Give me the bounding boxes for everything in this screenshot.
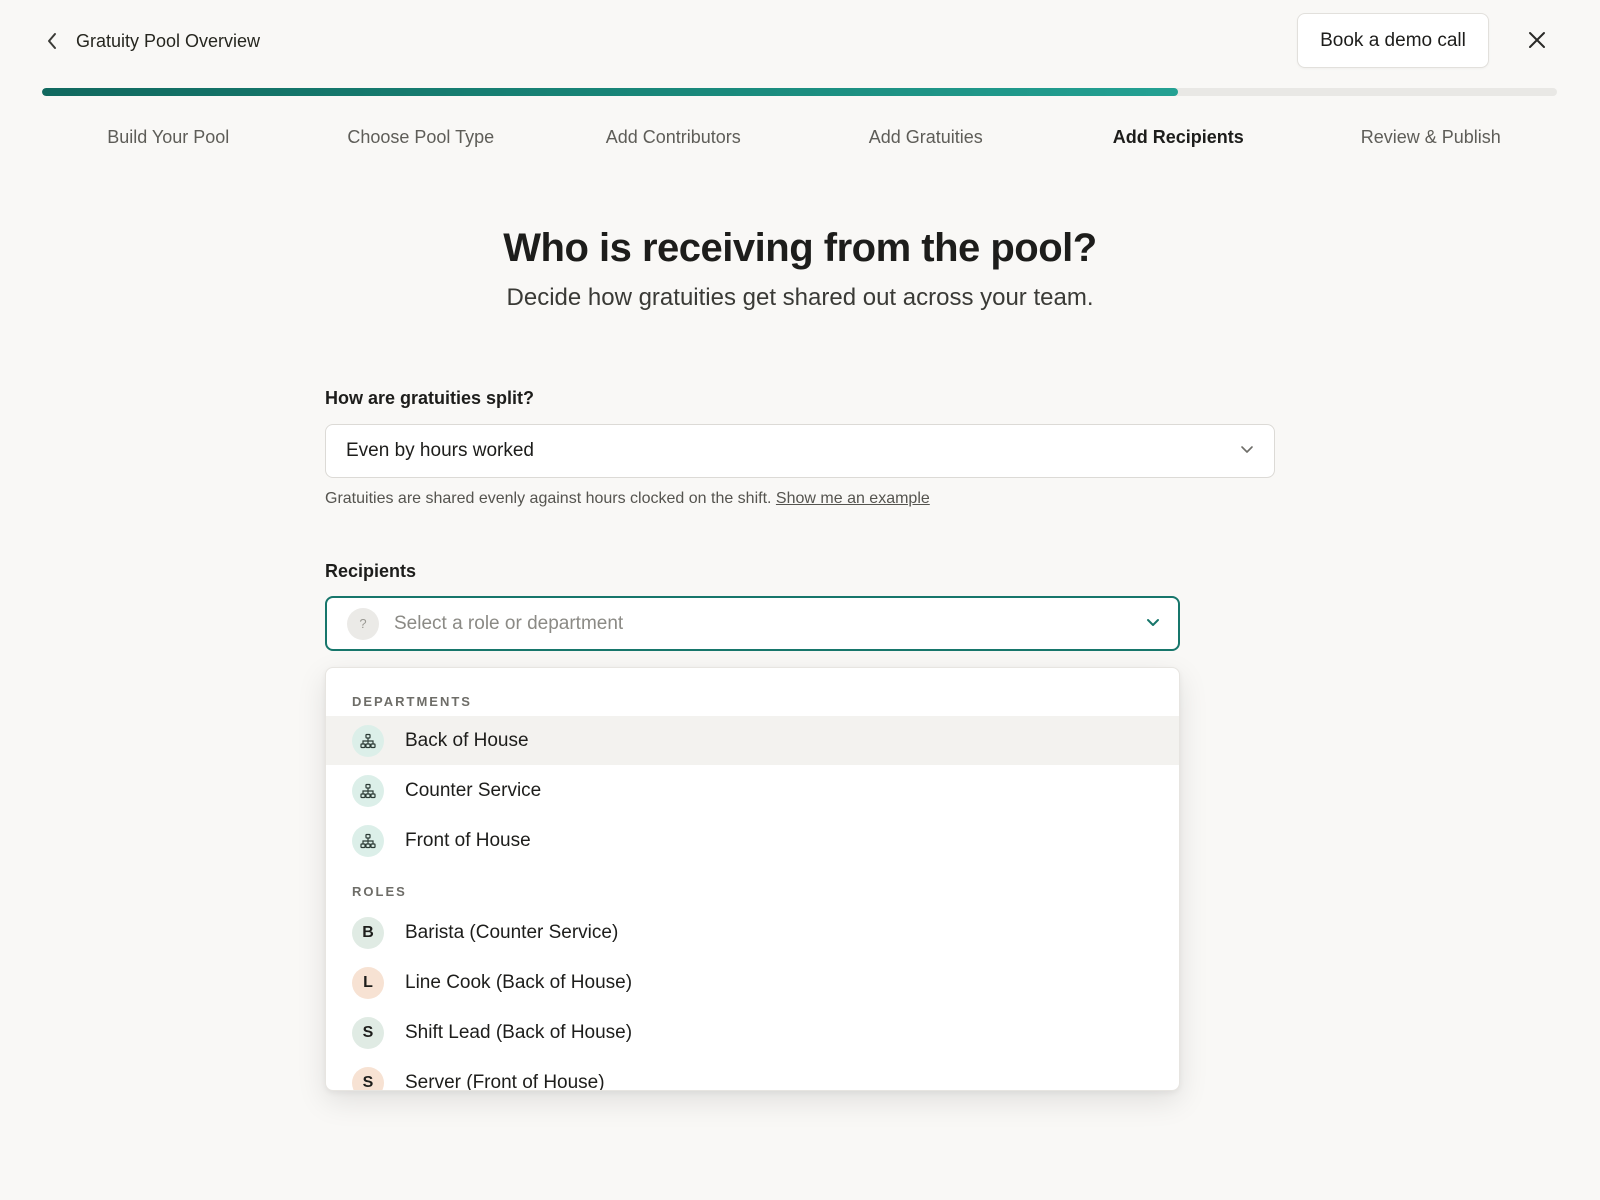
page-title: Who is receiving from the pool? (503, 226, 1097, 270)
option-label: Shift Lead (Back of House) (405, 1021, 633, 1043)
back-link[interactable]: Gratuity Pool Overview (42, 26, 260, 56)
question-icon: ? (347, 607, 379, 640)
progress-bar-fill (42, 88, 1179, 96)
option-label: Line Cook (Back of House) (405, 971, 633, 993)
option-label: Server (Front of House) (405, 1071, 605, 1091)
progress-bar (42, 88, 1557, 96)
option-label: Front of House (405, 829, 531, 851)
departments-group-label: DEPARTMENTS (352, 694, 472, 709)
role-avatar: S (352, 1066, 384, 1090)
step-review-publish[interactable]: Review & Publish (1305, 120, 1558, 154)
book-demo-button[interactable]: Book a demo call (1297, 13, 1489, 68)
header: Gratuity Pool Overview Book a demo call (0, 0, 1600, 82)
recipients-select[interactable]: ? Select a role or department (325, 596, 1180, 651)
split-method-select[interactable]: Even by hours worked (325, 424, 1275, 478)
option-back-of-house[interactable]: Back of House (326, 716, 1179, 765)
role-avatar: B (352, 916, 384, 949)
step-add-contributors[interactable]: Add Contributors (547, 120, 800, 154)
org-chart-icon (352, 774, 384, 807)
role-avatar: S (352, 1016, 384, 1049)
role-avatar: L (352, 966, 384, 999)
option-shift-lead[interactable]: S Shift Lead (Back of House) (326, 1008, 1179, 1057)
org-chart-icon (352, 824, 384, 857)
close-icon[interactable] (1523, 26, 1551, 54)
step-add-recipients[interactable]: Add Recipients (1052, 120, 1305, 154)
split-helper-description: Gratuities are shared evenly against hou… (325, 490, 772, 507)
org-chart-icon (352, 724, 384, 757)
recipients-dropdown: DEPARTMENTS Back of House Counter Servic… (325, 667, 1180, 1091)
chevron-down-icon (1240, 442, 1254, 460)
pool-setup-page: Gratuity Pool Overview Book a demo call … (0, 0, 1600, 1200)
option-counter-service[interactable]: Counter Service (326, 766, 1179, 815)
roles-group-label: ROLES (352, 884, 407, 899)
option-server[interactable]: S Server (Front of House) (326, 1058, 1179, 1091)
option-barista[interactable]: B Barista (Counter Service) (326, 908, 1179, 957)
option-label: Back of House (405, 729, 529, 751)
back-link-label: Gratuity Pool Overview (76, 30, 261, 51)
option-line-cook[interactable]: L Line Cook (Back of House) (326, 958, 1179, 1007)
step-tabs: Build Your Pool Choose Pool Type Add Con… (42, 120, 1557, 154)
recipients-placeholder: Select a role or department (394, 612, 624, 634)
option-front-of-house[interactable]: Front of House (326, 816, 1179, 865)
split-field-label: How are gratuities split? (325, 388, 535, 408)
chevron-down-icon (1146, 615, 1160, 633)
option-label: Counter Service (405, 779, 542, 801)
chevron-left-icon (42, 31, 62, 51)
option-label: Barista (Counter Service) (405, 921, 619, 943)
show-example-link[interactable]: Show me an example (776, 490, 930, 507)
step-choose-pool-type[interactable]: Choose Pool Type (295, 120, 548, 154)
step-add-gratuities[interactable]: Add Gratuities (800, 120, 1053, 154)
recipients-field-label: Recipients (325, 561, 417, 581)
page-subtitle: Decide how gratuities get shared out acr… (506, 284, 1094, 311)
split-method-value: Even by hours worked (346, 440, 534, 461)
step-build-your-pool[interactable]: Build Your Pool (42, 120, 295, 154)
split-helper-text: Gratuities are shared evenly against hou… (325, 490, 930, 508)
